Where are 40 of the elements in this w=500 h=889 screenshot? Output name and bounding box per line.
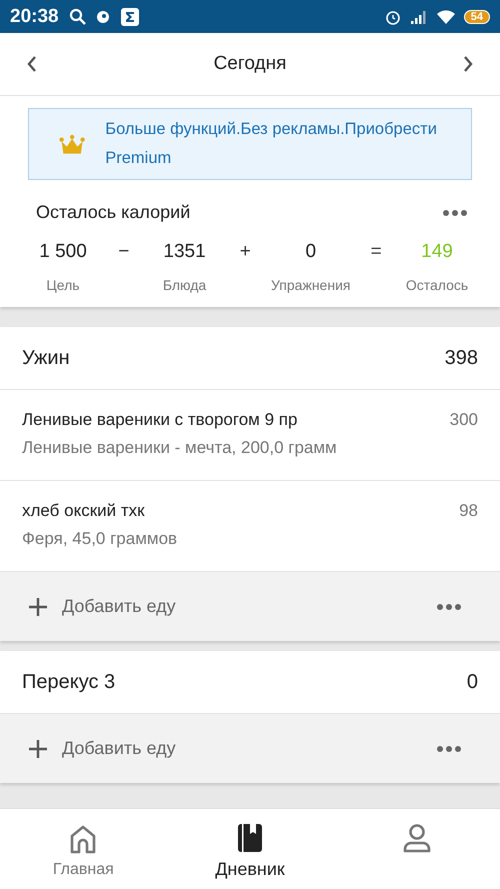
plus-icon xyxy=(28,596,48,616)
search-icon xyxy=(68,8,87,26)
add-food-button[interactable]: Добавить еду xyxy=(28,738,176,759)
premium-text: Больше функций.Без рекламы.Приобрести Premium xyxy=(105,119,438,169)
calorie-label: Цель xyxy=(46,277,80,293)
calorie-label: Осталось xyxy=(406,277,468,293)
more-icon[interactable] xyxy=(442,208,468,216)
food-entry[interactable]: Ленивые вареники с творогом 9 пр Ленивые вареники - мечта, 200,0 грамм 300 xyxy=(0,390,500,481)
operator-sign: = xyxy=(370,241,382,263)
date-title: Сегодня xyxy=(214,53,286,75)
more-icon[interactable] xyxy=(436,602,462,610)
calorie-value: 149 xyxy=(421,241,453,263)
calories-title: Осталось калорий xyxy=(36,202,190,223)
sigma-icon xyxy=(120,8,139,26)
calorie-value: 1351 xyxy=(163,241,206,263)
meal-title: Ужин xyxy=(22,346,70,370)
plus-icon xyxy=(28,738,48,758)
calorie-value: 0 xyxy=(305,241,316,263)
person-icon xyxy=(402,823,432,853)
premium-banner[interactable]: Больше функций.Без рекламы.Приобрести Premium xyxy=(28,108,472,180)
book-icon xyxy=(236,823,264,853)
calorie-label: Блюда xyxy=(162,277,206,293)
more-icon[interactable] xyxy=(436,744,462,752)
next-day-button[interactable] xyxy=(462,55,474,73)
signal-icon xyxy=(410,8,428,24)
wifi-icon xyxy=(436,8,456,24)
nav-tab[interactable]: Главная xyxy=(0,809,167,889)
meal-title: Перекус 3 xyxy=(22,670,116,694)
nav-tab[interactable]: Дневник xyxy=(166,809,334,889)
operator-sign: + xyxy=(240,241,251,263)
calorie-value: 1 500 xyxy=(39,241,87,263)
meal-calories: 398 xyxy=(444,346,478,370)
status-time: 20:38 xyxy=(10,6,59,28)
battery-indicator: 54 xyxy=(464,10,490,24)
meal-calories: 0 xyxy=(466,670,478,694)
operator-sign: − xyxy=(118,241,130,263)
calorie-label: Упражнения xyxy=(271,277,350,293)
previous-day-button[interactable] xyxy=(26,55,38,73)
crown-icon xyxy=(59,133,86,155)
add-food-button[interactable]: Добавить еду xyxy=(28,596,176,617)
